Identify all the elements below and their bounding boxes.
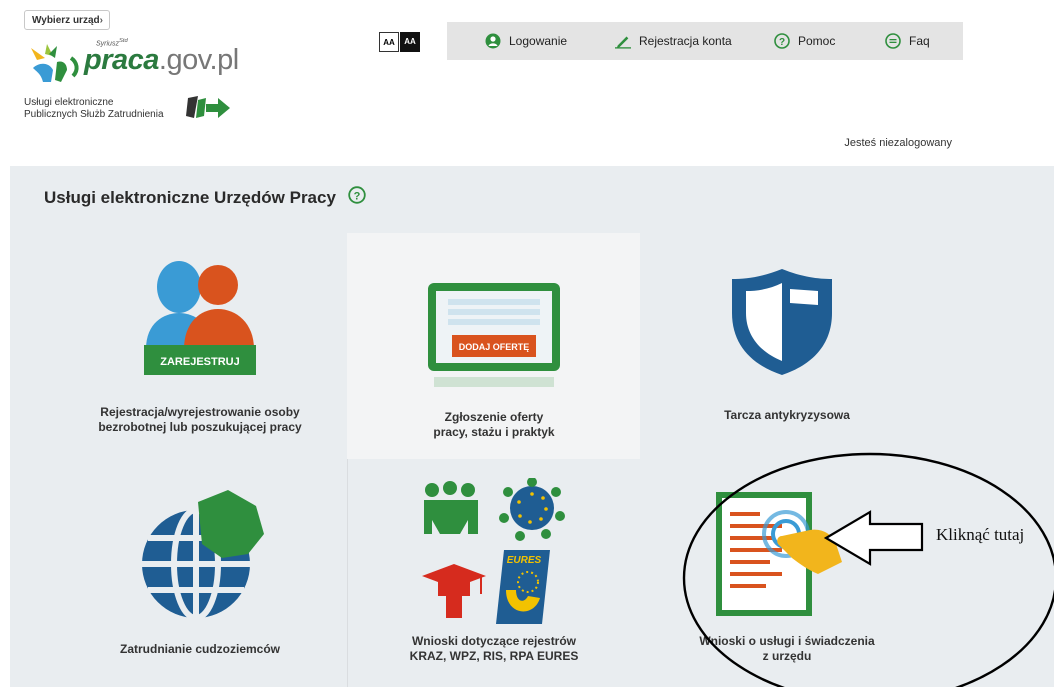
tile-anti-crisis-shield[interactable]: Tarcza antykryzysowa	[652, 245, 922, 445]
nav-help[interactable]: ? Pomoc	[774, 22, 835, 60]
registers-icon: EURES	[422, 478, 565, 624]
nav-faq-label: Faq	[909, 34, 930, 48]
tile-job-offer-label: Zgłoszenie oferty pracy, stażu i praktyk	[433, 410, 555, 439]
tile-registration-label: Rejestracja/wyrejestrowanie osoby bezrob…	[98, 405, 302, 434]
logo-tagline: Usługi elektroniczne Publicznych Służb Z…	[24, 97, 164, 120]
tile-anti-crisis-shield-label: Tarcza antykryzysowa	[724, 408, 850, 422]
tile-job-offer[interactable]: DODAJ OFERTĘ Zgłoszenie oferty pracy, st…	[350, 245, 638, 445]
nav-login[interactable]: Logowanie	[485, 22, 567, 60]
chevron-right-icon: ›	[99, 15, 103, 26]
pencil-icon	[615, 33, 631, 49]
eures-logo-text: EURES	[507, 555, 542, 566]
page-title: Usługi elektroniczne Urzędów Pracy ?	[44, 186, 366, 209]
login-status: Jesteś niezalogowany	[844, 137, 952, 149]
annotation-arrow-icon	[823, 510, 924, 566]
tile-foreign-employment-label: Zatrudnianie cudzoziemców	[119, 642, 281, 656]
top-nav: Logowanie Rejestracja konta ? Pomoc Faq	[447, 22, 963, 60]
annotation-text: Kliknąć tutaj	[936, 525, 1025, 544]
globe-icon	[142, 490, 264, 620]
select-office-label: Wybierz urząd	[32, 15, 100, 26]
praca-logo-mark-icon[interactable]	[27, 40, 83, 84]
annotation-ellipse	[682, 452, 1054, 687]
psz-logo-icon	[186, 94, 230, 122]
tile-registers-label: Wnioski dotyczące rejestrów KRAZ, WPZ, R…	[409, 634, 579, 663]
svg-text:?: ?	[779, 37, 785, 48]
shield-icon	[732, 269, 832, 375]
select-office-button[interactable]: Wybierz urząd ›	[24, 10, 110, 30]
chat-icon	[885, 33, 901, 49]
font-size-large-button[interactable]: AA	[400, 32, 420, 52]
divider	[347, 459, 348, 687]
register-badge: ZAREJESTRUJ	[160, 356, 239, 368]
nav-help-label: Pomoc	[798, 34, 836, 48]
praca-logo[interactable]: praca.gov.pl	[84, 44, 239, 77]
font-size-normal-button[interactable]: AA	[379, 32, 399, 52]
help-icon[interactable]: ?	[348, 186, 366, 209]
help-icon: ?	[774, 33, 790, 49]
nav-register[interactable]: Rejestracja konta	[615, 22, 732, 60]
nav-register-label: Rejestracja konta	[639, 34, 732, 48]
tile-registration[interactable]: ZAREJESTRUJ Rejestracja/wyrejestrowanie …	[60, 245, 340, 445]
nav-login-label: Logowanie	[509, 34, 568, 48]
job-offer-board-icon: DODAJ OFERTĘ	[428, 283, 560, 387]
add-offer-badge: DODAJ OFERTĘ	[459, 342, 530, 352]
svg-text:?: ?	[354, 190, 361, 202]
nav-faq[interactable]: Faq	[885, 22, 930, 60]
user-icon	[485, 33, 501, 49]
tile-foreign-employment[interactable]: Zatrudnianie cudzoziemców	[60, 470, 340, 670]
tile-registers[interactable]: EURES Wnioski dotyczące rejestrów KRAZ, …	[350, 470, 638, 670]
people-register-icon: ZAREJESTRUJ	[144, 261, 256, 375]
